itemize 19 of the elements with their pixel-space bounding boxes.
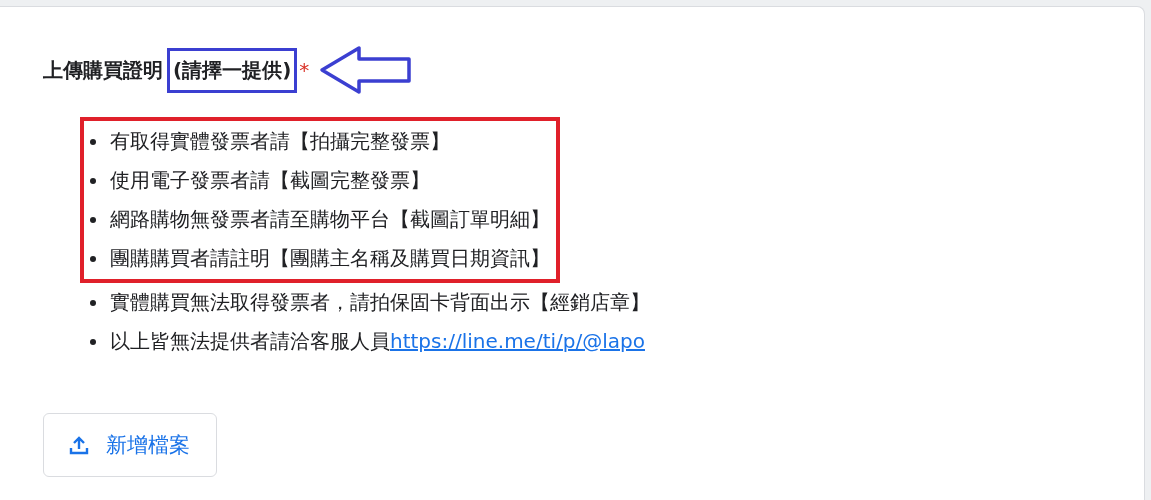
section-title: 上傳購買證明 (43, 56, 163, 84)
bullet-icon (90, 338, 96, 345)
list-item: 實體購買無法取得發票者，請拍保固卡背面出示【經銷店章】 (110, 289, 650, 316)
list-item: 網路購物無發票者請至購物平台【截圖訂單明細】 (110, 206, 550, 233)
title-note: (請擇一提供) (167, 47, 298, 93)
bullet-icon (90, 138, 96, 145)
bullet-icon (90, 299, 96, 306)
required-mark: * (299, 58, 310, 82)
upload-button[interactable]: 新增檔案 (43, 413, 217, 477)
link[interactable]: https://line.me/ti/p/@lapo (390, 329, 645, 353)
bullet-icon (90, 177, 96, 184)
list-item: 以上皆無法提供者請洽客服人員https://line.me/ti/p/@lapo (110, 328, 645, 355)
bullet-icon (90, 255, 96, 262)
bullet-icon (90, 216, 96, 223)
list-item: 使用電子發票者請【截圖完整發票】 (110, 167, 430, 194)
upload-icon (68, 434, 90, 456)
list-item: 團購購買者請註明【團購主名稱及購買日期資訊】 (110, 245, 550, 272)
list-item: 有取得實體發票者請【拍攝完整發票】 (110, 128, 450, 155)
arrow-icon (319, 45, 414, 95)
